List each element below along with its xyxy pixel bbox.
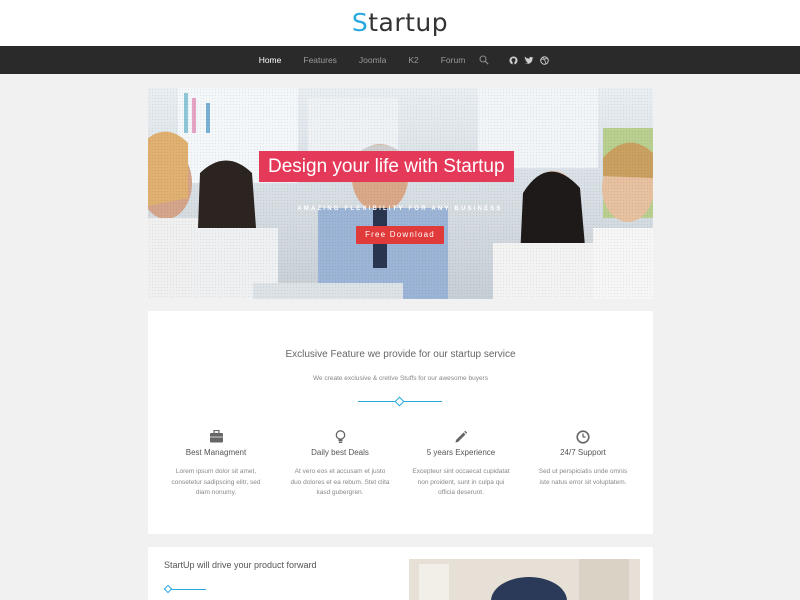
nav-item-joomla[interactable]: Joomla	[359, 46, 386, 74]
hero-title: Design your life with Startup	[259, 151, 514, 182]
feature-text: At vero eos et accusam et justo duo dolo…	[290, 468, 390, 496]
logo-initial: S	[351, 8, 369, 37]
hero-subtitle: AMAZING FLEXIBILITY FOR ANY BUSINESS	[297, 206, 503, 212]
github-icon[interactable]	[509, 55, 518, 65]
hero-banner	[148, 88, 653, 299]
features-subheading: We create exclusive & cretive Stuffs for…	[313, 375, 488, 382]
feature-item: Daily best Deals At vero eos et accusam …	[290, 429, 390, 499]
briefcase-icon	[166, 429, 266, 444]
search-icon[interactable]	[479, 55, 489, 65]
free-download-button[interactable]: Free Download	[356, 226, 444, 244]
nav-item-k2[interactable]: K2	[408, 46, 418, 74]
product-section: StartUp will drive your product forward	[148, 547, 404, 600]
twitter-icon[interactable]	[524, 56, 534, 65]
clock-icon	[533, 429, 633, 444]
feature-text: Sed ut perspiciatis unde omnis iste natu…	[538, 468, 628, 486]
section-divider	[163, 584, 206, 594]
site-logo[interactable]: Startup	[0, 0, 800, 46]
feature-item: 24/7 Support Sed ut perspiciatis unde om…	[533, 429, 633, 488]
logo-rest: tartup	[368, 8, 449, 37]
nav-item-features[interactable]: Features	[303, 46, 337, 74]
lightbulb-icon	[290, 429, 390, 444]
feature-title: Daily best Deals	[311, 448, 369, 457]
nav-item-forum[interactable]: Forum	[441, 46, 466, 74]
section-divider	[358, 396, 442, 407]
nav-item-home[interactable]: Home	[259, 46, 282, 74]
features-section: Exclusive Feature we provide for our sta…	[148, 311, 653, 534]
feature-title: 5 years Experience	[426, 448, 496, 457]
pencil-icon	[411, 429, 511, 444]
feature-item: Best Managment Lorem ipsum dolor sit ame…	[166, 429, 266, 499]
product-section-title: StartUp will drive your product forward	[164, 560, 317, 570]
feature-text: Lorem ipsum dolor sit amet, consetetur s…	[171, 468, 261, 496]
site-header: Startup	[0, 0, 800, 46]
main-navbar: Home Features Joomla K2 Forum	[0, 46, 800, 74]
feature-title: 24/7 Support	[560, 448, 606, 457]
feature-text: Excepteur sint occaecat cupidatat non pr…	[412, 468, 510, 496]
product-image	[409, 559, 640, 600]
product-image-panel	[404, 547, 653, 600]
hero-dot-overlay	[148, 88, 653, 299]
feature-title: Best Managment	[185, 448, 247, 457]
dribbble-icon[interactable]	[540, 55, 550, 65]
feature-item: 5 years Experience Excepteur sint occaec…	[411, 429, 511, 499]
features-heading: Exclusive Feature we provide for our sta…	[285, 349, 516, 360]
